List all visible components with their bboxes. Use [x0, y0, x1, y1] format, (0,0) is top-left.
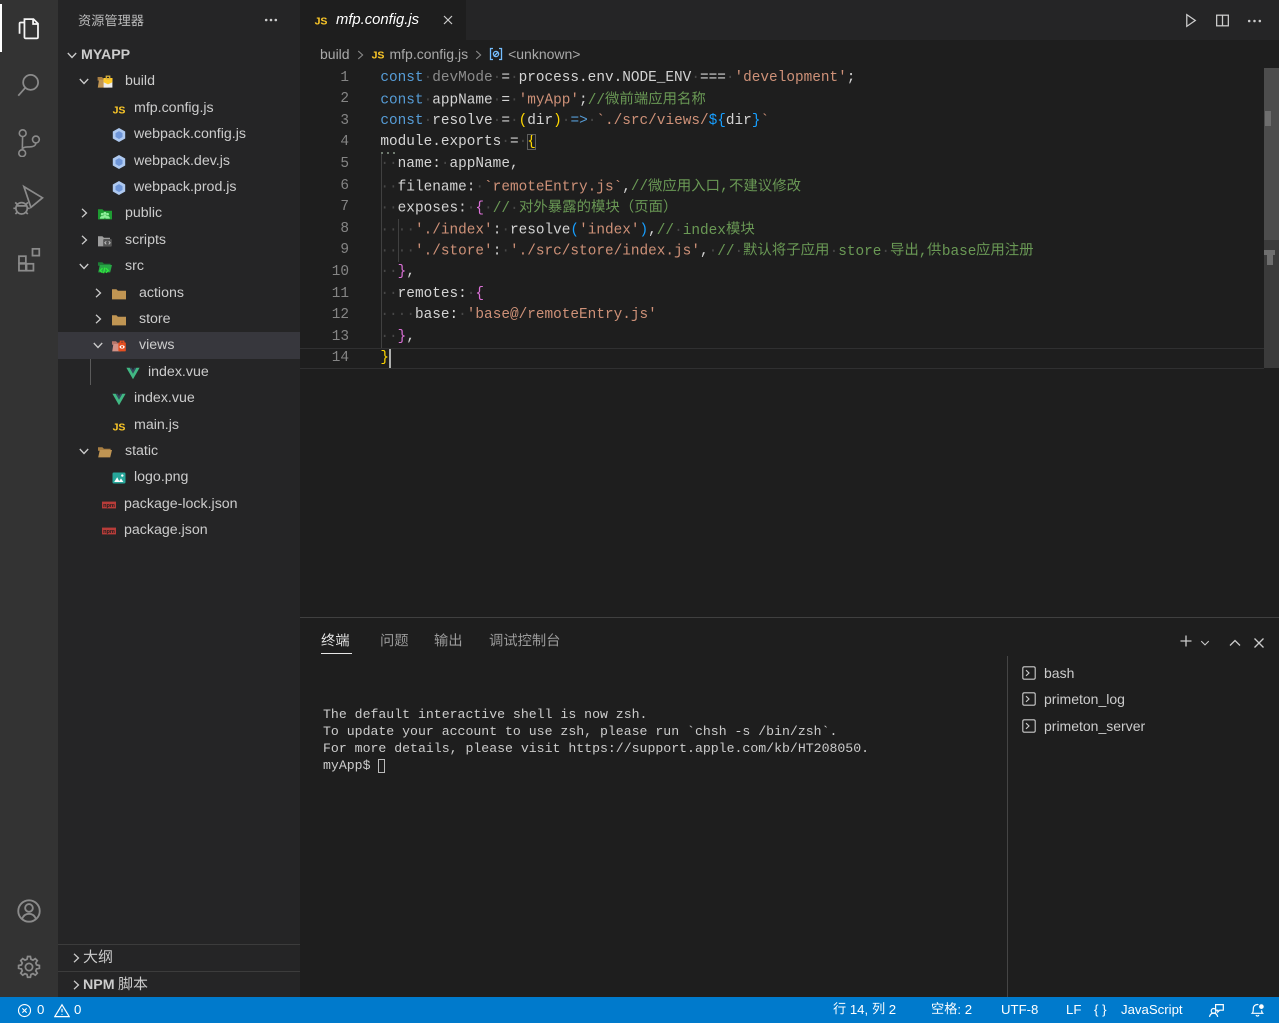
- svg-text:JS: JS: [315, 16, 328, 28]
- svg-text:JS: JS: [371, 50, 384, 62]
- svg-text:JS: JS: [113, 422, 126, 434]
- svg-text:JS: JS: [113, 105, 126, 117]
- svg-text:npm: npm: [103, 503, 115, 509]
- svg-text:npm: npm: [103, 529, 115, 535]
